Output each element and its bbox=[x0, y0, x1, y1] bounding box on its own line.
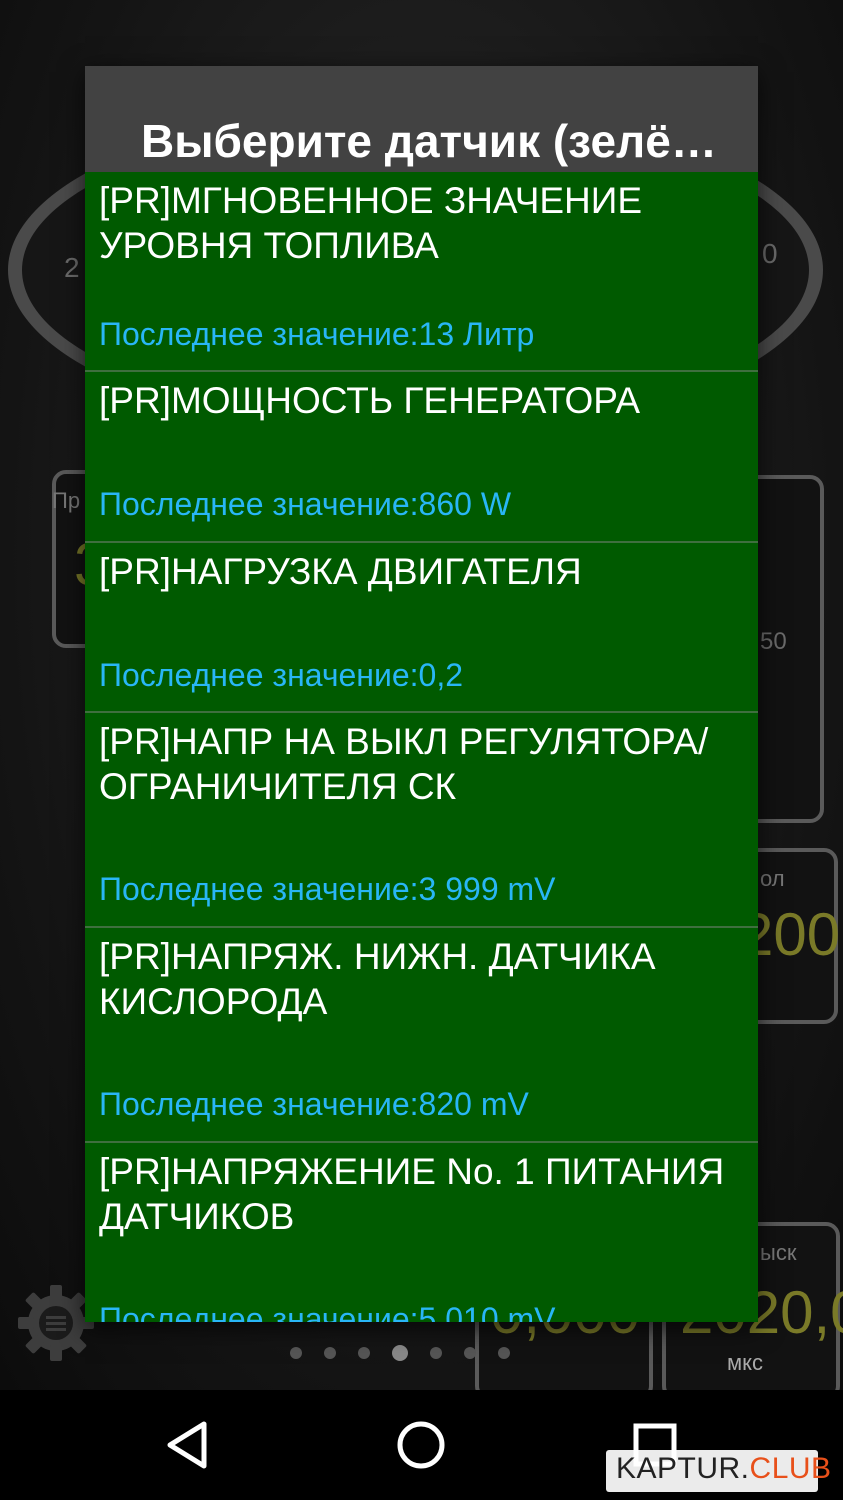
sensor-list-item[interactable]: [PR]НАПРЯЖ. НИЖН. ДАТЧИКА КИСЛОРОДА Посл… bbox=[85, 928, 758, 1143]
watermark-logo: KAPTUR.CLUB bbox=[606, 1450, 831, 1492]
sensor-name: [PR]НАПРЯЖ. НИЖН. ДАТЧИКА КИСЛОРОДА bbox=[99, 936, 656, 1022]
page-dot bbox=[290, 1347, 302, 1359]
sensor-last-value: Последнее значение:0,2 bbox=[99, 657, 464, 693]
sensor-last-value: Последнее значение:860 W bbox=[99, 486, 512, 522]
sensor-list-item[interactable]: [PR]МГНОВЕННОЕ ЗНАЧЕНИЕ УРОВНЯ ТОПЛИВА П… bbox=[85, 172, 758, 372]
gauge-tick-label: 2 bbox=[64, 252, 80, 283]
page-indicator bbox=[290, 1345, 510, 1361]
dialog-title: Выберите датчик (зелё… bbox=[141, 115, 717, 167]
sensor-name: [PR]НАПР НА ВЫКЛ РЕГУЛЯТОРА/ ОГРАНИЧИТЕЛ… bbox=[99, 721, 709, 807]
page-dot bbox=[358, 1347, 370, 1359]
sensor-list[interactable]: [PR]МГНОВЕННОЕ ЗНАЧЕНИЕ УРОВНЯ ТОПЛИВА П… bbox=[85, 172, 758, 1322]
sensor-last-value: Последнее значение:3 999 mV bbox=[99, 871, 556, 907]
watermark-text: KAPTUR.CLUB bbox=[616, 1452, 832, 1486]
sensor-last-value: Последнее значение:820 mV bbox=[99, 1086, 529, 1122]
back-icon[interactable] bbox=[152, 1410, 222, 1480]
sensor-name: [PR]МГНОВЕННОЕ ЗНАЧЕНИЕ УРОВНЯ ТОПЛИВА bbox=[99, 180, 643, 266]
page-dot bbox=[324, 1347, 336, 1359]
sensor-last-value: Последнее значение:5 010 mV bbox=[99, 1301, 556, 1322]
gauge-tick-label: 0 bbox=[762, 238, 778, 269]
page-dot bbox=[498, 1347, 510, 1359]
watermark-part2: CLUB bbox=[749, 1452, 832, 1485]
sensor-name: [PR]НАПРЯЖЕНИЕ No. 1 ПИТАНИЯ ДАТЧИКОВ bbox=[99, 1151, 725, 1237]
bottom-right-label: ыск bbox=[760, 1240, 797, 1265]
bottom-right-unit: мкс bbox=[727, 1350, 763, 1375]
settings-gear-icon[interactable] bbox=[16, 1283, 96, 1363]
left-panel-label: Пр bbox=[52, 488, 81, 513]
sensor-list-item[interactable]: [PR]НАГРУЗКА ДВИГАТЕЛЯ Последнее значени… bbox=[85, 543, 758, 713]
sensor-name: [PR]НАГРУЗКА ДВИГАТЕЛЯ bbox=[99, 551, 582, 592]
sensor-list-item[interactable]: [PR]МОЩНОСТЬ ГЕНЕРАТОРА Последнее значен… bbox=[85, 372, 758, 543]
page-dot-active bbox=[392, 1345, 408, 1361]
sensor-select-dialog: Выберите датчик (зелё… [PR]МГНОВЕННОЕ ЗН… bbox=[85, 66, 758, 1322]
sensor-list-item[interactable]: [PR]НАПР НА ВЫКЛ РЕГУЛЯТОРА/ ОГРАНИЧИТЕЛ… bbox=[85, 713, 758, 928]
page-dot bbox=[430, 1347, 442, 1359]
sensor-last-value: Последнее значение:13 Литр bbox=[99, 316, 535, 352]
sensor-name: [PR]МОЩНОСТЬ ГЕНЕРАТОРА bbox=[99, 380, 641, 421]
page-dot bbox=[464, 1347, 476, 1359]
right-panel-tick: 50 bbox=[760, 628, 787, 655]
sensor-list-item[interactable]: [PR]НАПРЯЖЕНИЕ No. 1 ПИТАНИЯ ДАТЧИКОВ По… bbox=[85, 1143, 758, 1322]
right-panel2-label: ол bbox=[760, 866, 785, 891]
watermark-part1: KAPTUR. bbox=[616, 1452, 750, 1485]
home-icon[interactable] bbox=[386, 1410, 456, 1480]
